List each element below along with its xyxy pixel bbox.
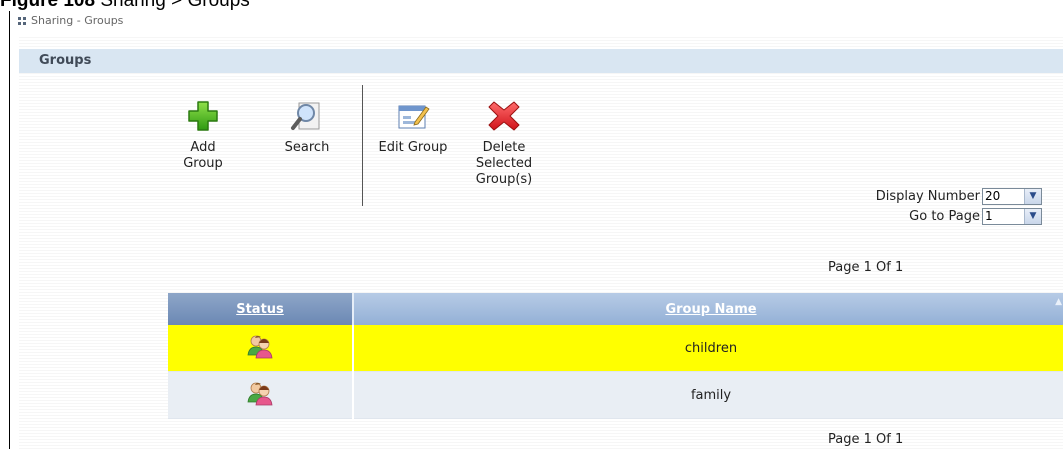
delete-label-3: Group(s) (475, 172, 533, 187)
display-number-value: 20 (985, 188, 1001, 203)
search-button[interactable]: Search (275, 98, 339, 156)
go-to-page-row: Go to Page 1 ▼ (909, 207, 1042, 225)
group-name-header-label: Group Name (665, 301, 757, 317)
table-row[interactable]: children (168, 325, 1063, 372)
chevron-down-icon[interactable]: ▼ (1024, 208, 1041, 224)
search-label: Search (284, 140, 330, 155)
sort-asc-icon: ▲ (1055, 297, 1062, 307)
display-number-label: Display Number (875, 188, 980, 204)
plus-icon (188, 101, 218, 131)
group-name-column-header[interactable]: Group Name ▲ (353, 293, 1063, 325)
figure-title: Sharing > Groups (100, 0, 250, 11)
go-to-page-value: 1 (985, 208, 993, 223)
delete-label-1: Delete (482, 140, 526, 155)
section-title: Groups (19, 49, 1063, 73)
group-users-icon (247, 382, 273, 406)
groups-table: Status Group Name ▲ children family (168, 293, 1063, 419)
display-number-select[interactable]: 20 ▼ (982, 187, 1042, 205)
edit-group-label: Edit Group (378, 140, 448, 155)
figure-number: Figure 108 (0, 0, 96, 11)
toolbar-divider (362, 85, 363, 206)
table-row[interactable]: family (168, 371, 1063, 419)
breadcrumb-text: Sharing - Groups (31, 14, 124, 27)
main-panel: Groups Add Group Search Edit Group Delet… (19, 37, 1063, 449)
breadcrumb: Sharing - Groups (18, 14, 123, 28)
add-group-label-1: Add (190, 140, 216, 155)
chevron-down-icon[interactable]: ▼ (1024, 188, 1041, 204)
search-icon (291, 102, 320, 130)
pager-top: Page 1 Of 1 (828, 260, 904, 275)
delete-groups-button[interactable]: Delete Selected Group(s) (464, 98, 544, 188)
go-to-page-select[interactable]: 1 ▼ (982, 207, 1042, 225)
figure-caption: Figure 108 Sharing > Groups (0, 0, 250, 11)
status-column-header[interactable]: Status (168, 293, 354, 325)
delete-icon (488, 101, 520, 131)
group-name-cell: family (353, 371, 1063, 419)
edit-icon (398, 105, 430, 129)
status-cell (168, 371, 354, 419)
status-cell (168, 325, 354, 372)
delete-label-2: Selected (475, 156, 533, 171)
grip-icon (18, 17, 26, 25)
screen-frame: Sharing - Groups Groups Add Group Search (9, 11, 1063, 449)
edit-group-button[interactable]: Edit Group (368, 98, 458, 156)
go-to-page-label: Go to Page (909, 208, 980, 224)
table-header-row: Status Group Name ▲ (168, 293, 1063, 325)
add-group-button[interactable]: Add Group (178, 98, 228, 172)
pager-bottom: Page 1 Of 1 (828, 432, 904, 447)
add-group-label-2: Group (183, 156, 223, 171)
group-name-cell: children (353, 325, 1063, 372)
display-number-row: Display Number 20 ▼ (876, 187, 1042, 205)
group-users-icon (247, 335, 273, 359)
